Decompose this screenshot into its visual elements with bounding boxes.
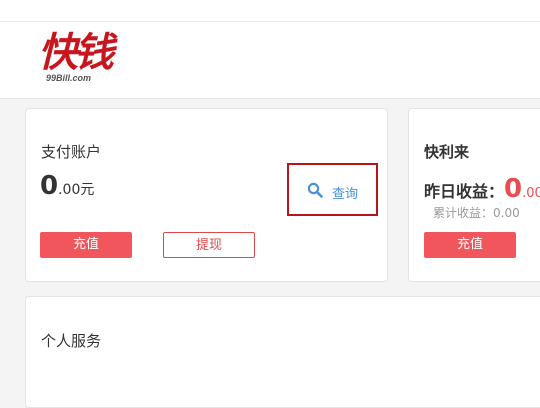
logo-brand: 快钱 (38, 29, 114, 76)
yesterday-earnings-label: 昨日收益： (424, 182, 505, 201)
kuailai-recharge-button[interactable]: 充值 (424, 232, 516, 258)
logo-subtitle: 99Bill.com (46, 73, 92, 83)
kuailai-card: 快利来 昨日收益：0.00 累计收益：0.00 充值 (408, 108, 540, 282)
payment-account-card: 支付账户 0.00元 查询 充值 提现 (25, 108, 388, 282)
withdraw-button[interactable]: 提现 (163, 232, 255, 258)
search-icon (307, 182, 323, 202)
account-balance: 0.00元 (40, 171, 94, 201)
yesterday-earnings-decimal: .00 (522, 186, 540, 201)
personal-service-title: 个人服务 (41, 332, 102, 350)
top-bar (0, 0, 540, 22)
balance-decimal: .00元 (58, 182, 95, 198)
balance-integer: 0 (40, 171, 59, 201)
99bill-logo[interactable]: 快钱 99Bill.com (36, 31, 146, 93)
recharge-button[interactable]: 充值 (40, 232, 132, 258)
cumulative-earnings: 累计收益：0.00 (433, 206, 520, 220)
kuailai-title: 快利来 (424, 143, 470, 161)
yesterday-earnings: 昨日收益：0.00 (424, 174, 540, 204)
yesterday-earnings-integer: 0 (504, 174, 523, 204)
personal-service-card: 个人服务 (25, 296, 540, 408)
query-label: 查询 (332, 187, 359, 202)
site-header: 快钱 99Bill.com (0, 22, 540, 99)
query-button[interactable]: 查询 (287, 163, 378, 216)
payment-account-title: 支付账户 (41, 143, 102, 161)
